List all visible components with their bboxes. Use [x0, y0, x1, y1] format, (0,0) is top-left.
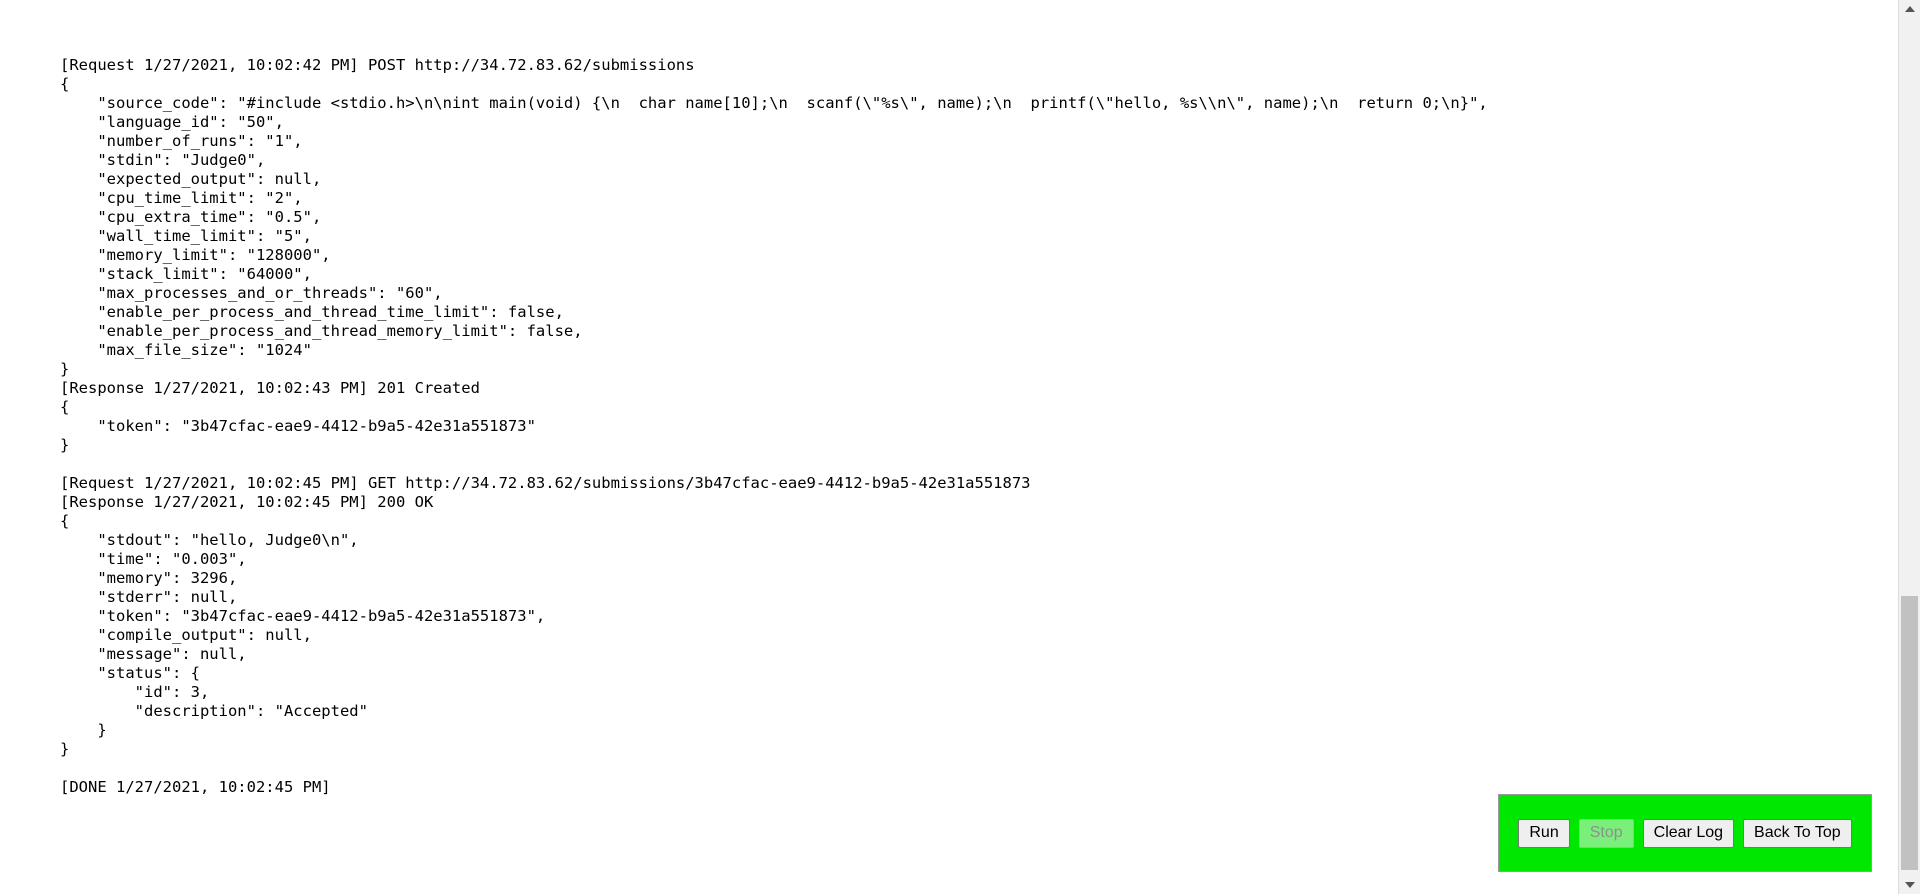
log-line: [Response 1/27/2021, 10:02:43 PM] 201 Cr… — [60, 379, 480, 397]
log-line: "token": "3b47cfac-eae9-4412-b9a5-42e31a… — [60, 607, 546, 625]
control-bar: Run Stop Clear Log Back To Top — [1498, 794, 1872, 872]
log-line: "cpu_time_limit": "2", — [60, 189, 303, 207]
log-line: "stderr": null, — [60, 588, 238, 606]
log-line: } — [60, 740, 70, 758]
log-line: } — [60, 360, 70, 378]
log-line: [Request 1/27/2021, 10:02:45 PM] GET htt… — [60, 474, 1031, 492]
scroll-up-arrow-icon[interactable] — [1899, 0, 1920, 18]
log-line: "description": "Accepted" — [60, 702, 368, 720]
stop-button: Stop — [1578, 818, 1634, 848]
log-line: } — [60, 721, 107, 739]
log-line: [Request 1/27/2021, 10:02:42 PM] POST ht… — [60, 56, 695, 74]
log-line: "stack_limit": "64000", — [60, 265, 312, 283]
log-line: "enable_per_process_and_thread_memory_li… — [60, 322, 583, 340]
log-line: { — [60, 75, 70, 93]
log-line: "message": null, — [60, 645, 247, 663]
page-scrollbar[interactable] — [1898, 0, 1920, 894]
clear-log-button[interactable]: Clear Log — [1642, 818, 1735, 848]
log-line: { — [60, 512, 70, 530]
log-line: } — [60, 436, 70, 454]
log-line: "stdout": "hello, Judge0\n", — [60, 531, 359, 549]
scrollbar-thumb[interactable] — [1901, 596, 1918, 870]
log-line: "language_id": "50", — [60, 113, 284, 131]
app-root: [Request 1/27/2021, 10:02:42 PM] POST ht… — [0, 0, 1920, 894]
log-line: "enable_per_process_and_thread_time_limi… — [60, 303, 564, 321]
log-line: "cpu_extra_time": "0.5", — [60, 208, 322, 226]
log-line: "memory": 3296, — [60, 569, 238, 587]
scroll-down-arrow-icon[interactable] — [1899, 876, 1920, 894]
log-line: "stdin": "Judge0", — [60, 151, 266, 169]
log-line: "memory_limit": "128000", — [60, 246, 331, 264]
log-line: "expected_output": null, — [60, 170, 322, 188]
log-line: "status": { — [60, 664, 200, 682]
log-line: "time": "0.003", — [60, 550, 247, 568]
log-line: [Response 1/27/2021, 10:02:45 PM] 200 OK — [60, 493, 434, 511]
back-to-top-button[interactable]: Back To Top — [1743, 818, 1852, 848]
log-line: "id": 3, — [60, 683, 210, 701]
log-line: "max_processes_and_or_threads": "60", — [60, 284, 443, 302]
log-line: "compile_output": null, — [60, 626, 312, 644]
log-line: "source_code": "#include <stdio.h>\n\nin… — [60, 94, 1488, 112]
log-line: "max_file_size": "1024" — [60, 341, 312, 359]
run-button[interactable]: Run — [1518, 818, 1570, 848]
request-response-log: [Request 1/27/2021, 10:02:42 PM] POST ht… — [0, 0, 1898, 894]
log-line: "number_of_runs": "1", — [60, 132, 303, 150]
log-line: "token": "3b47cfac-eae9-4412-b9a5-42e31a… — [60, 417, 536, 435]
log-line: "wall_time_limit": "5", — [60, 227, 312, 245]
log-line: { — [60, 398, 70, 416]
